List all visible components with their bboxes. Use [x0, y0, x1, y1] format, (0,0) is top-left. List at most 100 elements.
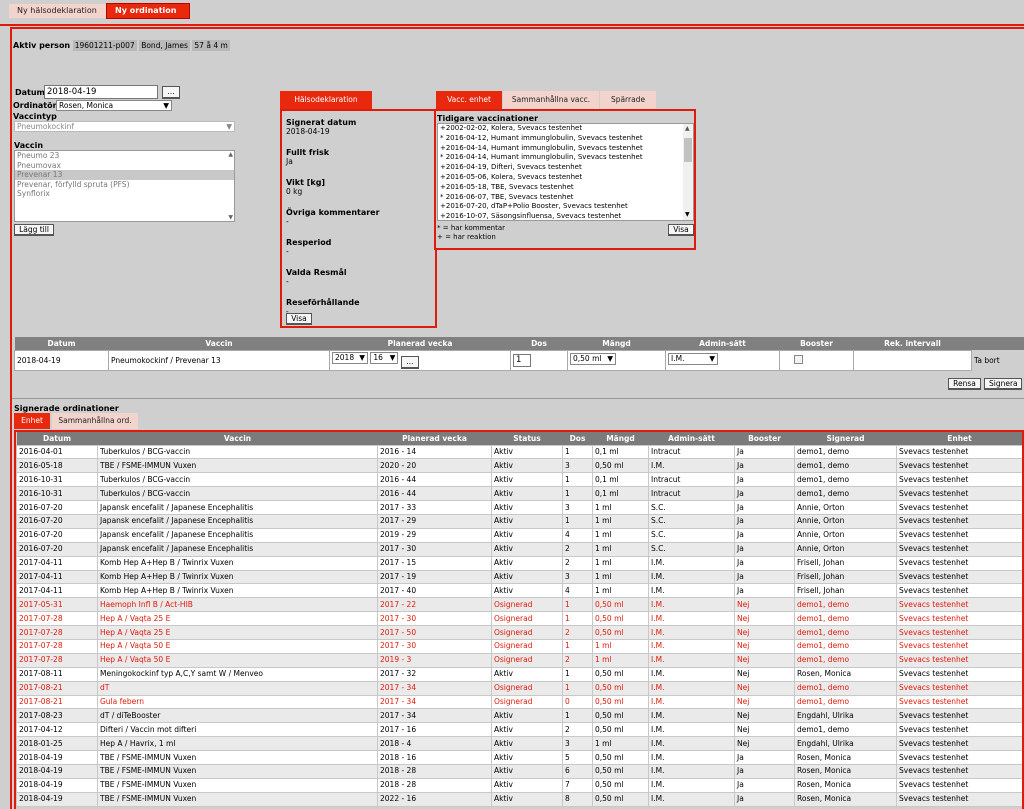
table-row[interactable]: 2018-04-19 TBE / FSME-IMMUN Vuxen 2018 - 1…	[16, 750, 1022, 765]
field-label: Vikt [kg]	[286, 178, 326, 187]
tab-sammanhallna-vacc[interactable]: Sammanhållna vacc.	[503, 91, 599, 109]
signed-orders-table: Datum Vaccin Planerad vecka Status Dos M…	[16, 432, 1022, 807]
table-row[interactable]: 2017-08-23 dT / diTeBooster 2017 - 34 Aktiv…	[16, 708, 1022, 724]
scroll-down-icon[interactable]: ▼	[228, 214, 233, 221]
list-item[interactable]: +2016-05-06, Kolera, Svevacs testenhet	[438, 173, 693, 183]
scroll-up-icon[interactable]: ▲	[228, 151, 233, 158]
ordinator-select[interactable]: Rosen, Monica ▼	[56, 100, 172, 111]
table-row[interactable]: 2016-05-18 TBE / FSME-IMMUN Vuxen 2020 - 2…	[16, 458, 1022, 474]
clear-button[interactable]: Rensa	[948, 378, 981, 390]
scroll-thumb[interactable]	[684, 138, 692, 162]
week-picker-button[interactable]: ...	[400, 355, 419, 369]
row-status: Aktiv	[491, 791, 563, 807]
row-date: 2017-04-11	[16, 555, 98, 571]
tab-vacc-enhet[interactable]: Vacc. enhet	[436, 91, 502, 109]
table-row[interactable]: 2017-04-11 Komb Hep A+Hep B / Twinrix Vux…	[16, 569, 1022, 585]
booster-checkbox[interactable]	[794, 354, 803, 364]
order-vaccine: Pneumokockinf / Prevenar 13	[108, 349, 330, 371]
amount-select[interactable]: 0,50 ml ▼	[570, 353, 616, 365]
list-item[interactable]: +2002-02-02, Kolera, Svevacs testenhet	[438, 124, 693, 134]
health-show-button[interactable]: Visa	[286, 313, 312, 325]
vaccin-label: Vaccin	[14, 141, 44, 150]
vaccintyp-select[interactable]: Pneumokockinf ▼	[14, 121, 235, 132]
row-signed-by: demo1, demo	[794, 694, 897, 710]
row-booster: Nej	[734, 611, 795, 627]
table-row[interactable]: 2017-07-28 Hep A / Vaqta 50 E 2017 - 30 Osi…	[16, 638, 1022, 654]
table-row[interactable]: 2016-07-20 Japansk encefalit / Japanese E…	[16, 527, 1022, 543]
row-vaccine: Tuberkulos / BCG-vaccin	[97, 472, 378, 488]
list-item[interactable]: +2016-04-14, Humant immunglobulin, Sveva…	[438, 144, 693, 154]
tab-halsodeklaration[interactable]: Hälsodeklaration	[280, 91, 372, 109]
vaccintyp-value: Pneumokockinf	[17, 122, 75, 131]
tab-sammanhallna-ord[interactable]: Sammanhållna ord.	[52, 413, 138, 429]
scrollbar[interactable]: ▲ ▼	[683, 124, 693, 220]
list-item[interactable]: +2016-04-19, Difteri, Svevacs testenhet	[438, 163, 693, 173]
row-unit: Svevacs testenhet	[896, 500, 1022, 515]
datum-input[interactable]	[44, 85, 158, 99]
dose-input[interactable]	[513, 353, 531, 367]
col-header: Status	[491, 432, 563, 445]
remove-link[interactable]: Ta bort	[971, 350, 1024, 370]
list-item[interactable]: * 2016-04-12, Humant immunglobulin, Svev…	[438, 134, 693, 144]
table-row[interactable]: 2016-07-20 Japansk encefalit / Japanese E…	[16, 541, 1022, 557]
list-item[interactable]: * 2016-06-07, TBE, Svevacs testenhet	[438, 193, 693, 203]
table-row[interactable]: 2016-10-31 Tuberkulos / BCG-vaccin 2016 - …	[16, 486, 1022, 502]
list-item[interactable]: +2016-07-20, dTaP+Polio Booster, Svevacs…	[438, 202, 693, 212]
row-booster: Nej	[734, 625, 795, 640]
table-row[interactable]: 2016-10-31 Tuberkulos / BCG-vaccin 2016 - …	[16, 472, 1022, 488]
table-row[interactable]: 2017-04-11 Komb Hep A+Hep B / Twinrix Vux…	[16, 555, 1022, 571]
previous-vaccinations-list[interactable]: +2002-02-02, Kolera, Svevacs testenhet *…	[437, 123, 694, 221]
admin-select[interactable]: I.M. ▼	[668, 353, 718, 365]
tab-ny-ordination[interactable]: Ny ordination	[106, 3, 190, 19]
list-item[interactable]: +2016-10-07, Säsongsinfluensa, Svevacs t…	[438, 212, 693, 220]
table-row[interactable]: 2017-07-28 Hep A / Vaqta 25 E 2017 - 30 Osi…	[16, 611, 1022, 627]
row-status: Osignerad	[491, 680, 563, 696]
table-row[interactable]: 2017-05-31 Haemoph Infl B / Act-HIB 2017 -…	[16, 597, 1022, 613]
row-booster: Nej	[734, 638, 795, 654]
table-row[interactable]: 2017-07-28 Hep A / Vaqta 50 E 2019 - 3 Osig…	[16, 652, 1022, 668]
table-row[interactable]: 2016-07-20 Japansk encefalit / Japanese E…	[16, 513, 1022, 529]
table-row[interactable]: 2018-04-19 TBE / FSME-IMMUN Vuxen 2018 - 2…	[16, 763, 1022, 779]
previous-show-button[interactable]: Visa	[668, 224, 694, 236]
tab-sparrade[interactable]: Spärrade	[600, 91, 656, 109]
health-declaration-panel: Signerat datum 2018-04-19 Fullt frisk Ja…	[280, 109, 437, 328]
add-button[interactable]: Lägg till	[14, 224, 54, 236]
table-row[interactable]: 2017-04-11 Komb Hep A+Hep B / Twinrix Vux…	[16, 583, 1022, 599]
row-booster: Ja	[734, 527, 795, 543]
tab-ny-halsodeklaration[interactable]: Ny hälsodeklaration	[9, 4, 106, 18]
table-row[interactable]: 2018-04-19 TBE / FSME-IMMUN Vuxen 2022 - 1…	[16, 791, 1022, 807]
tab-enhet[interactable]: Enhet	[14, 413, 50, 429]
list-item[interactable]: * 2016-04-14, Humant immunglobulin, Svev…	[438, 153, 693, 163]
row-amount: 0,50 ml	[592, 458, 649, 474]
row-signed-by: Rosen, Monica	[794, 750, 897, 765]
row-unit: Svevacs testenhet	[896, 750, 1022, 765]
row-admin: I.M.	[648, 638, 735, 654]
vaccin-option[interactable]: Prevenar, förfylld spruta (PFS)	[15, 180, 234, 190]
row-booster: Nej	[734, 680, 795, 696]
table-row[interactable]: 2017-07-28 Hep A / Vaqta 25 E 2017 - 50 Osi…	[16, 625, 1022, 640]
table-row[interactable]: 2018-04-19 TBE / FSME-IMMUN Vuxen 2018 - 2…	[16, 777, 1022, 793]
date-picker-button[interactable]: ...	[162, 86, 180, 99]
week-select[interactable]: 16 ▼	[370, 351, 399, 364]
row-dose: 6	[562, 763, 593, 779]
vaccin-listbox[interactable]: Pneumo 23 Pneumovax Prevenar 13 Prevenar…	[14, 150, 235, 222]
vaccin-option[interactable]: Pneumovax	[15, 161, 234, 171]
chevron-down-icon: ▼	[359, 352, 365, 362]
scroll-up-icon[interactable]: ▲	[685, 124, 690, 134]
row-vaccine: Hep A / Vaqta 25 E	[97, 625, 378, 640]
table-row[interactable]: 2017-08-21 Gula febern 2017 - 34 Osignerad 0…	[16, 694, 1022, 710]
table-row[interactable]: 2016-07-20 Japansk encefalit / Japanese E…	[16, 500, 1022, 515]
vaccin-option-selected[interactable]: Prevenar 13	[15, 170, 234, 180]
table-row[interactable]: 2017-04-12 Difteri / Vaccin mot difteri 20…	[16, 722, 1022, 738]
scroll-down-icon[interactable]: ▼	[685, 210, 690, 220]
vaccin-option[interactable]: Synflorix	[15, 189, 234, 199]
sign-button[interactable]: Signera	[984, 378, 1022, 390]
year-select[interactable]: 2018 ▼	[332, 351, 368, 364]
table-row[interactable]: 2017-08-21 dT 2017 - 34 Osignerad 1 0,50 ml I.…	[16, 680, 1022, 696]
table-row[interactable]: 2016-04-01 Tuberkulos / BCG-vaccin 2016 - …	[16, 444, 1022, 460]
row-date: 2016-04-01	[16, 444, 98, 460]
table-row[interactable]: 2018-01-25 Hep A / Havrix, 1 ml 2018 - 4 Ak…	[16, 736, 1022, 752]
vaccin-option[interactable]: Pneumo 23	[15, 151, 234, 161]
table-row[interactable]: 2017-08-11 Meningokockinf typ A,C,Y samt …	[16, 666, 1022, 682]
list-item[interactable]: +2016-05-18, TBE, Svevacs testenhet	[438, 183, 693, 193]
